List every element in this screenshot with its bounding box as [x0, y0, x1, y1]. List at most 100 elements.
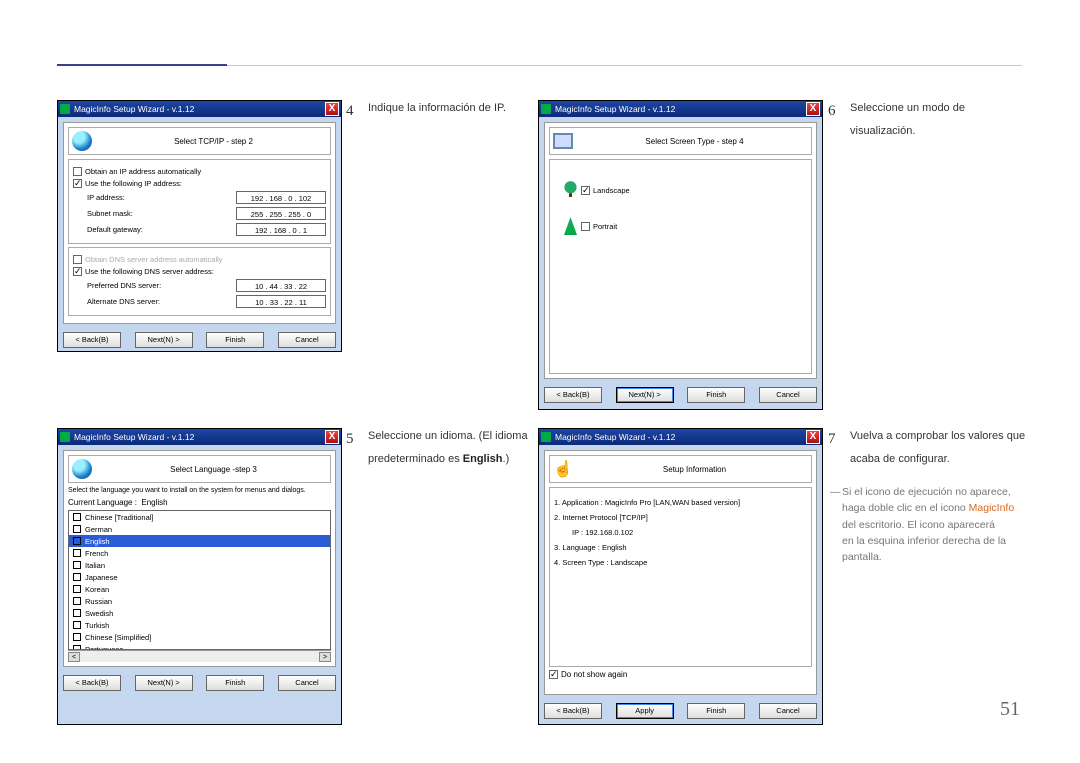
language-label: Italian: [85, 561, 105, 570]
horizontal-scrollbar[interactable]: <>: [68, 650, 331, 662]
square-icon: [73, 549, 81, 557]
app-icon: [60, 104, 70, 114]
summary-line: 1. Application : MagicInfo Pro [LAN,WAN …: [554, 498, 807, 507]
window-title: MagicInfo Setup Wizard - v.1.12: [555, 432, 820, 442]
language-label: French: [85, 549, 108, 558]
step-number: 4: [346, 100, 368, 123]
caption-text: Indique la información de IP.: [368, 102, 506, 114]
checkbox-landscape[interactable]: [581, 186, 590, 195]
input-gateway[interactable]: 192 . 168 . 0 . 1: [236, 223, 326, 236]
language-option[interactable]: Japanese: [69, 571, 330, 583]
input-dns2[interactable]: 10 . 33 . 22 . 11: [236, 295, 326, 308]
step2-header: Select TCP/IP - step 2: [99, 137, 328, 146]
next-button[interactable]: Next(N) >: [135, 675, 193, 691]
checkbox-disabled: [73, 255, 82, 264]
checkbox-checked[interactable]: [73, 267, 82, 276]
window-title: MagicInfo Setup Wizard - v.1.12: [555, 104, 820, 114]
label-dns-manual: Use the following DNS server address:: [85, 267, 214, 276]
square-icon: [73, 621, 81, 629]
monitor-icon: [553, 133, 573, 149]
close-icon[interactable]: X: [806, 102, 820, 116]
close-icon[interactable]: X: [325, 102, 339, 116]
language-label: English: [85, 537, 110, 546]
language-list[interactable]: Chinese [Traditional] German English French…: [68, 510, 331, 650]
dash-icon: ―: [830, 484, 841, 500]
finish-button[interactable]: Finish: [206, 332, 264, 348]
input-dns1[interactable]: 10 . 44 . 33 . 22: [236, 279, 326, 292]
language-option[interactable]: Swedish: [69, 607, 330, 619]
cancel-button[interactable]: Cancel: [278, 332, 336, 348]
tree-icon: [564, 217, 577, 235]
globe-icon: [72, 131, 92, 151]
window-title: MagicInfo Setup Wizard - v.1.12: [74, 104, 339, 114]
page-number: 51: [1000, 698, 1020, 721]
titlebar[interactable]: MagicInfo Setup Wizard - v.1.12 X: [58, 101, 341, 117]
wizard-step3: MagicInfo Setup Wizard - v.1.12 X Select…: [57, 428, 342, 725]
caption-7: 7Vuelva a comprobar los valores queacaba…: [828, 428, 1028, 468]
input-ip[interactable]: 192 . 168 . 0 . 102: [236, 191, 326, 204]
label-auto-ip: Obtain an IP address automatically: [85, 167, 201, 176]
checkbox-portrait[interactable]: [581, 222, 590, 231]
square-icon: [73, 609, 81, 617]
titlebar[interactable]: MagicInfo Setup Wizard - v.1.12 X: [58, 429, 341, 445]
back-button[interactable]: < Back(B): [63, 675, 121, 691]
label-landscape: Landscape: [593, 186, 630, 195]
summary-line: 3. Language : English: [554, 543, 807, 552]
footnote: ― Si el icono de ejecución no aparece, h…: [842, 484, 1037, 565]
language-option[interactable]: Korean: [69, 583, 330, 595]
step5-header: Setup Information: [580, 465, 809, 474]
finish-button[interactable]: Finish: [206, 675, 264, 691]
summary-line: 2. Internet Protocol [TCP/IP]: [554, 513, 807, 522]
language-label: Korean: [85, 585, 109, 594]
scroll-left-icon[interactable]: <: [68, 652, 80, 662]
language-option[interactable]: Turkish: [69, 619, 330, 631]
checkbox-checked[interactable]: [73, 179, 82, 188]
language-option[interactable]: German: [69, 523, 330, 535]
language-option[interactable]: English: [69, 535, 330, 547]
checkbox-dontshow[interactable]: [549, 670, 558, 679]
language-option[interactable]: French: [69, 547, 330, 559]
square-icon: [73, 597, 81, 605]
language-label: Chinese [Simplified]: [85, 633, 151, 642]
label-dontshow: Do not show again: [561, 670, 627, 679]
language-option[interactable]: Portuguese: [69, 643, 330, 650]
checkbox-unchecked[interactable]: [73, 167, 82, 176]
language-label: German: [85, 525, 112, 534]
caption-text: Seleccione un idioma. (El idioma: [368, 430, 528, 442]
hand-cursor-icon: ☝: [552, 458, 574, 480]
back-button[interactable]: < Back(B): [544, 703, 602, 719]
language-option[interactable]: Russian: [69, 595, 330, 607]
language-option[interactable]: Chinese [Simplified]: [69, 631, 330, 643]
close-icon[interactable]: X: [806, 430, 820, 444]
square-icon: [73, 633, 81, 641]
language-option[interactable]: Italian: [69, 559, 330, 571]
language-option[interactable]: Chinese [Traditional]: [69, 511, 330, 523]
cancel-button[interactable]: Cancel: [759, 387, 817, 403]
label-manual-ip: Use the following IP address:: [85, 179, 182, 188]
next-button[interactable]: Next(N) >: [135, 332, 193, 348]
titlebar[interactable]: MagicInfo Setup Wizard - v.1.12 X: [539, 429, 822, 445]
language-label: Chinese [Traditional]: [85, 513, 154, 522]
next-button[interactable]: Next(N) >: [616, 387, 674, 403]
step-number: 5: [346, 428, 368, 451]
back-button[interactable]: < Back(B): [63, 332, 121, 348]
finish-button[interactable]: Finish: [687, 387, 745, 403]
cancel-button[interactable]: Cancel: [759, 703, 817, 719]
titlebar[interactable]: MagicInfo Setup Wizard - v.1.12 X: [539, 101, 822, 117]
header-rule-accent: [57, 64, 227, 66]
square-icon: [73, 513, 81, 521]
step3-header: Select Language -step 3: [99, 465, 328, 474]
finish-button[interactable]: Finish: [687, 703, 745, 719]
app-icon: [541, 104, 551, 114]
step-number: 6: [828, 100, 850, 123]
back-button[interactable]: < Back(B): [544, 387, 602, 403]
apply-button[interactable]: Apply: [616, 703, 674, 719]
input-mask[interactable]: 255 . 255 . 255 . 0: [236, 207, 326, 220]
close-icon[interactable]: X: [325, 430, 339, 444]
cancel-button[interactable]: Cancel: [278, 675, 336, 691]
wizard-step2: MagicInfo Setup Wizard - v.1.12 X Select…: [57, 100, 342, 352]
step3-desc: Select the language you want to install …: [68, 487, 331, 494]
wizard-step4: MagicInfo Setup Wizard - v.1.12 X Select…: [538, 100, 823, 410]
step-number: 7: [828, 428, 850, 451]
scroll-right-icon[interactable]: >: [319, 652, 331, 662]
